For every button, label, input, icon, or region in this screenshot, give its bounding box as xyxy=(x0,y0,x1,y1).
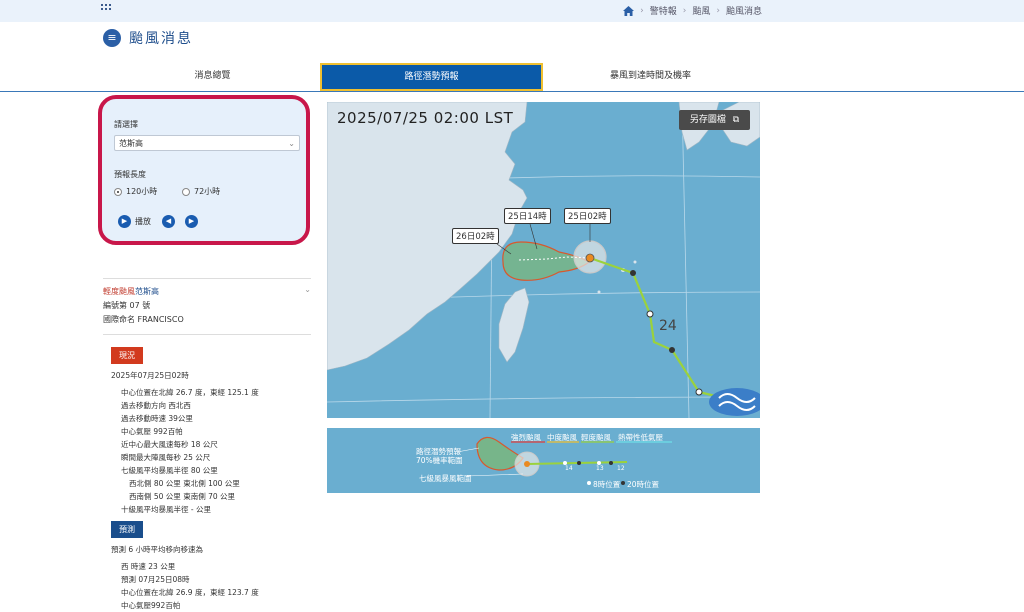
tab-bar: 消息總覽 路徑潛勢預報 暴風到達時間及機率 xyxy=(0,63,1024,92)
play-label: 播放 xyxy=(135,217,151,226)
tab-track-forecast[interactable]: 路徑潛勢預報 xyxy=(320,63,543,91)
legend-medium: 中度颱風 xyxy=(547,433,577,442)
track-number-label: 24 xyxy=(659,318,677,334)
map-canvas xyxy=(327,102,760,418)
radio-120h-label: 120小時 xyxy=(126,187,158,196)
step-forward-icon[interactable]: ▶ xyxy=(185,215,198,228)
radio-72h[interactable]: 72小時 xyxy=(182,186,220,197)
track-forecast-map: 2025/07/25 02:00 LST 26日02時 25日14時 25日02… xyxy=(327,102,760,418)
label-25-14: 25日14時 xyxy=(504,208,551,224)
storm-name: 輕度颱風范斯高 xyxy=(103,287,159,296)
page-title: ≡ 颱風消息 xyxy=(103,28,193,48)
current-details: 中心位置在北緯 26.7 度，東經 125.1 度 過去移動方向 西北西 過去移… xyxy=(121,388,259,514)
breadcrumb-item[interactable]: 警特報 xyxy=(650,4,677,17)
storm-header[interactable]: 輕度颱風范斯高 編號第 07 號 國際命名 FRANCISCO ⌄ xyxy=(103,278,311,335)
storm-number: 編號第 07 號 xyxy=(103,301,151,310)
legend-gale: 七級風暴風範圍 xyxy=(419,474,472,483)
play-control[interactable]: ▶ 播放 xyxy=(118,215,151,228)
legend-strong: 強烈颱風 xyxy=(511,433,541,442)
length-label: 預報長度 xyxy=(114,170,146,179)
forecast-speed: 預測 6 小時平均移向移速為 xyxy=(111,545,204,554)
storm-center-marker xyxy=(585,253,595,263)
forecast-details: 西 時速 23 公里 預測 07月25日08時 中心位置在北緯 26.9 度，東… xyxy=(121,562,259,610)
legend-num-13: 13 xyxy=(596,465,604,472)
legend-light: 輕度颱風 xyxy=(581,433,611,442)
taiwan-island xyxy=(498,287,530,363)
radio-dot-selected[interactable] xyxy=(114,187,122,196)
forecast-badge: 預測 xyxy=(111,521,143,538)
tab-overview[interactable]: 消息總覽 xyxy=(110,63,315,89)
legend-8h: 8時位置 xyxy=(593,480,621,489)
storm-intl-name: 國際命名 FRANCISCO xyxy=(103,315,184,324)
selected-storm-value: 范斯高 xyxy=(119,139,143,148)
cwa-logo xyxy=(709,388,760,416)
chevron-down-icon: ⌄ xyxy=(288,139,295,148)
current-badge: 現況 xyxy=(111,347,143,364)
storm-selector-panel: 請選擇 范斯高 ⌄ 預報長度 120小時 72小時 ▶ 播放 ◀ ▶ xyxy=(98,95,310,245)
radio-120h[interactable]: 120小時 xyxy=(114,186,157,197)
radio-72h-label: 72小時 xyxy=(194,187,221,196)
menu-grid-icon[interactable] xyxy=(101,4,113,16)
legend-tropical: 熱帶性低氣壓 xyxy=(618,433,663,442)
map-legend: 路徑潛勢預報 70%機率範圍 七級風暴風範圍 強烈颱風 中度颱風 輕度颱風 熱帶… xyxy=(327,428,760,493)
play-icon[interactable]: ▶ xyxy=(118,215,131,228)
current-time: 2025年07月25日02時 xyxy=(111,371,189,380)
legend-probability: 70%機率範圍 xyxy=(416,456,463,465)
breadcrumb-item: 颱風消息 xyxy=(725,7,762,17)
page-title-text: 颱風消息 xyxy=(129,31,193,47)
breadcrumb-item[interactable]: 颱風 xyxy=(692,4,710,17)
legend-num-12: 12 xyxy=(617,465,625,472)
storm-select[interactable]: 范斯高 ⌄ xyxy=(114,135,300,151)
label-26-02: 26日02時 xyxy=(452,228,499,244)
breadcrumb: › 警特報 › 颱風 › 颱風消息 xyxy=(623,4,762,17)
legend-num-14: 14 xyxy=(565,465,573,472)
tab-arrival-probability[interactable]: 暴風到達時間及機率 xyxy=(548,63,753,89)
save-image-button[interactable]: 另存圖檔 ⧉ xyxy=(679,110,750,130)
top-bar: › 警特報 › 颱風 › 颱風消息 xyxy=(0,0,1024,22)
typhoon-news-icon: ≡ xyxy=(103,29,121,47)
label-25-02: 25日02時 xyxy=(564,208,611,224)
collapse-chevron-icon[interactable]: ⌄ xyxy=(304,285,311,294)
map-timestamp: 2025/07/25 02:00 LST xyxy=(337,109,514,127)
select-label: 請選擇 xyxy=(114,120,138,129)
step-back-icon[interactable]: ◀ xyxy=(162,215,175,228)
legend-canvas xyxy=(456,436,672,485)
external-link-icon: ⧉ xyxy=(732,115,740,125)
home-icon[interactable] xyxy=(623,5,635,16)
radio-dot[interactable] xyxy=(182,187,190,196)
legend-20h: 20時位置 xyxy=(627,480,660,489)
